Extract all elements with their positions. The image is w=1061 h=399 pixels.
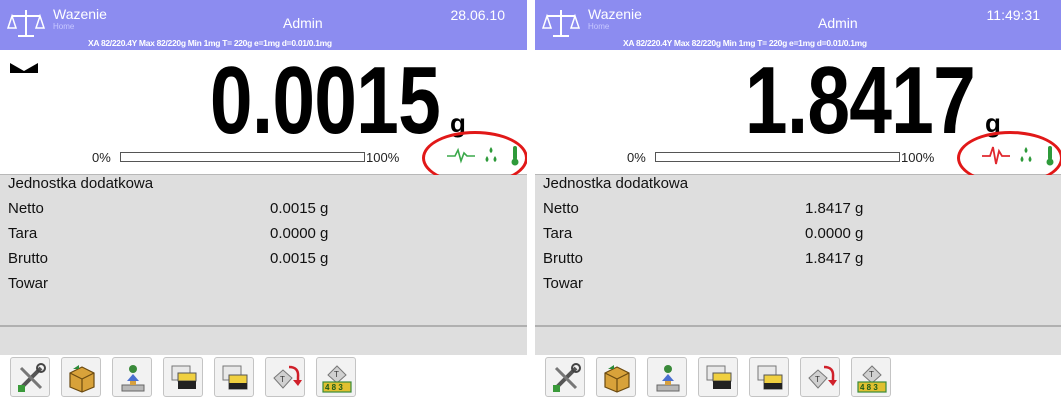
print-header-icon <box>706 365 732 389</box>
row-label-brutto: Brutto <box>8 250 49 267</box>
info-panel: Jednostka dodatkowa Netto 1.8417 g Tara … <box>535 175 1061 355</box>
row-label-tara: Tara <box>543 225 573 242</box>
row-label-netto: Netto <box>8 200 44 217</box>
row-value-netto: 0.0015 g <box>270 200 329 217</box>
bargraph-min-label: 0% <box>627 150 646 165</box>
header-bar: Wazenie Home Admin 28.06.10 XA 82/220.4Y… <box>0 0 527 50</box>
settings-button[interactable] <box>545 357 585 397</box>
svg-text:4 8 3: 4 8 3 <box>325 383 343 392</box>
print-footer-icon <box>222 365 248 390</box>
toolbar: T T 4 8 3 <box>535 355 1061 399</box>
balance-screen-left: Wazenie Home Admin 28.06.10 XA 82/220.4Y… <box>0 0 527 399</box>
print-footer-button[interactable] <box>214 357 254 397</box>
weight-value: 0.0015 <box>209 47 441 154</box>
print-header-icon <box>171 365 197 389</box>
info-title: Jednostka dodatkowa <box>8 175 154 192</box>
load-bargraph <box>655 152 900 162</box>
tare-undo-icon: T <box>808 365 837 389</box>
print-header-button[interactable] <box>163 357 203 397</box>
svg-text:T: T <box>280 375 285 384</box>
row-value-brutto: 0.0015 g <box>270 250 329 267</box>
row-label-towar: Towar <box>543 275 584 292</box>
settings-button[interactable] <box>10 357 50 397</box>
toolbar: T T 4 8 3 <box>0 355 527 399</box>
tare-undo-button[interactable]: T <box>800 357 840 397</box>
panel-divider <box>0 325 527 327</box>
svg-text:T: T <box>815 375 820 384</box>
tare-database-button[interactable]: T 4 8 3 <box>316 357 356 397</box>
row-label-tara: Tara <box>8 225 38 242</box>
bargraph-max-label: 100% <box>901 150 935 165</box>
operator-button[interactable] <box>647 357 687 397</box>
tare-undo-icon: T <box>273 365 302 389</box>
user-name: Admin <box>818 15 858 31</box>
weighing-operator-icon <box>121 365 145 392</box>
tare-undo-button[interactable]: T <box>265 357 305 397</box>
svg-text:T: T <box>334 370 339 379</box>
settings-tools-icon <box>553 363 581 392</box>
row-value-tara: 0.0000 g <box>805 225 864 242</box>
tare-database-icon: T 4 8 3 <box>857 365 887 393</box>
app-title: Wazenie <box>53 6 107 22</box>
tare-database-button[interactable]: T 4 8 3 <box>851 357 891 397</box>
scale-logo-icon <box>6 10 46 37</box>
product-box-icon <box>69 365 95 393</box>
app-subtitle: Home <box>588 22 610 31</box>
clock: 11:49:31 <box>986 7 1040 23</box>
row-label-towar: Towar <box>8 275 49 292</box>
product-box-icon <box>604 365 630 393</box>
load-bargraph <box>120 152 365 162</box>
row-value-netto: 1.8417 g <box>805 200 864 217</box>
print-header-button[interactable] <box>698 357 738 397</box>
settings-tools-icon <box>18 363 46 392</box>
bargraph-min-label: 0% <box>92 150 111 165</box>
zero-indicator-icon <box>10 63 38 73</box>
row-label-netto: Netto <box>543 200 579 217</box>
product-button[interactable] <box>596 357 636 397</box>
clock: 28.06.10 <box>450 7 506 23</box>
row-label-brutto: Brutto <box>543 250 584 267</box>
print-footer-icon <box>757 365 783 390</box>
row-value-tara: 0.0000 g <box>270 225 329 242</box>
app-title: Wazenie <box>588 6 642 22</box>
panel-divider <box>535 325 1061 327</box>
weighing-operator-icon <box>656 365 680 392</box>
tare-database-icon: T 4 8 3 <box>322 365 352 393</box>
product-button[interactable] <box>61 357 101 397</box>
row-value-brutto: 1.8417 g <box>805 250 864 267</box>
weight-value: 1.8417 <box>744 47 976 154</box>
scale-logo-icon <box>541 10 581 37</box>
operator-button[interactable] <box>112 357 152 397</box>
app-subtitle: Home <box>53 22 75 31</box>
print-footer-button[interactable] <box>749 357 789 397</box>
user-name: Admin <box>283 15 323 31</box>
bargraph-max-label: 100% <box>366 150 400 165</box>
info-title: Jednostka dodatkowa <box>543 175 689 192</box>
balance-screen-right: Wazenie Home Admin 11:49:31 XA 82/220.4Y… <box>535 0 1061 399</box>
svg-text:4 8 3: 4 8 3 <box>860 383 878 392</box>
info-panel: Jednostka dodatkowa Netto 0.0015 g Tara … <box>0 175 527 355</box>
header-bar: Wazenie Home Admin 11:49:31 XA 82/220.4Y… <box>535 0 1061 50</box>
svg-text:T: T <box>869 370 874 379</box>
